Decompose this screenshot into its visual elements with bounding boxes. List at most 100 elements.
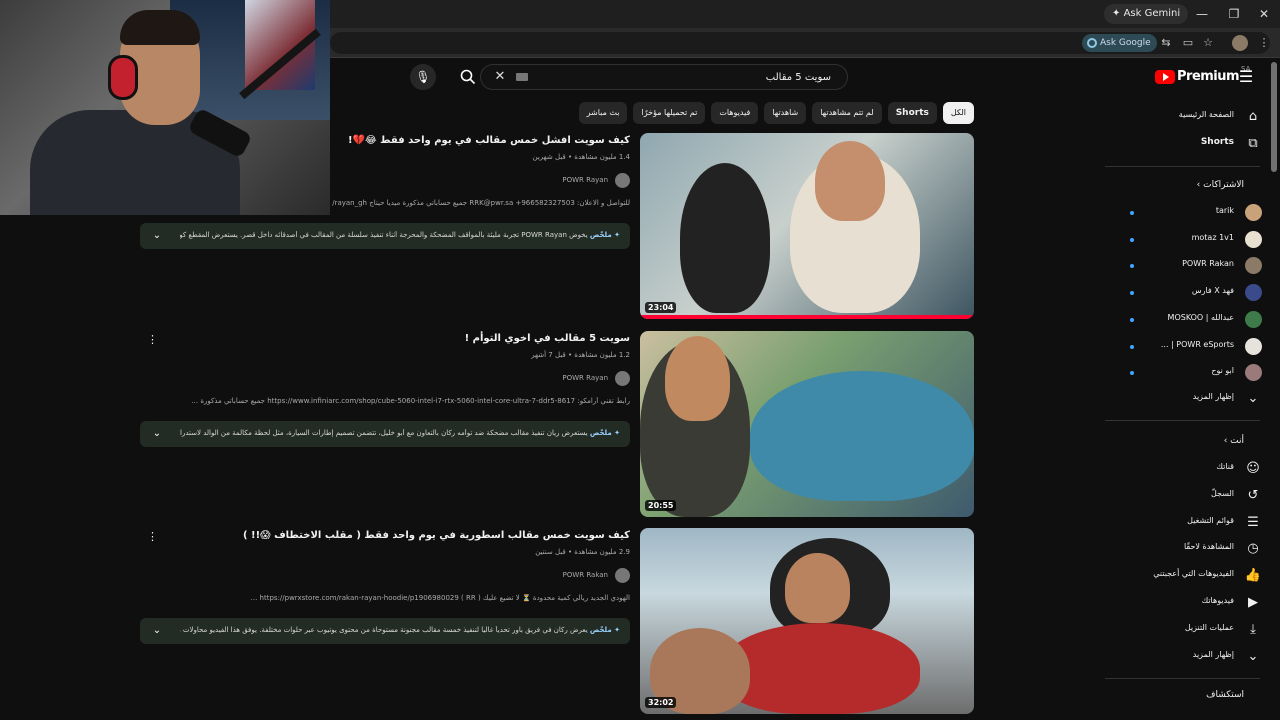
sidebar-item-you[interactable]: ⌄ إظهار المزيد — [1100, 646, 1262, 668]
sidebar-item-label: Shorts — [1200, 137, 1234, 147]
page-scrollbar[interactable] — [1271, 62, 1277, 172]
person-icon: ☺ — [1246, 461, 1260, 476]
chevron-down-icon[interactable]: ⌄ — [150, 427, 164, 441]
channel-avatar — [1245, 230, 1262, 248]
sidebar-subscription-item[interactable]: POWR Rakan — [1100, 255, 1262, 277]
new-content-dot — [1130, 291, 1134, 296]
thumbnail-figure — [750, 371, 974, 501]
sidebar-item-label: POWR eSports | ... — [1160, 339, 1234, 349]
thumbnail-figure — [665, 336, 730, 421]
channel-avatar — [1245, 337, 1262, 355]
translate-icon[interactable]: ⇆ — [1158, 35, 1174, 51]
headset — [108, 55, 138, 100]
ai-summary[interactable]: ✦ ملخّص يعرض ركان في فريق باور تحدياً غا… — [140, 618, 630, 644]
bookmark-star-icon[interactable]: ☆ — [1200, 35, 1216, 51]
sidebar-item-label: المشاهدة لاحقًا — [1183, 542, 1234, 552]
sidebar-subscription-item[interactable]: POWR eSports | ... — [1100, 336, 1262, 358]
sidebar-item-label: السجلّ — [1210, 488, 1234, 498]
ai-summary-text-wrap: ✦ ملخّص يخوض POWR Rayan تجربة مليئة بالم… — [180, 231, 620, 239]
chip-watched[interactable]: شاهدتها — [764, 102, 807, 124]
you-header[interactable]: أنت › — [1224, 436, 1244, 446]
sidebar-item-you[interactable]: ▶ فيديوهاتك — [1100, 592, 1262, 614]
chevron-down-icon[interactable]: ⌄ — [150, 624, 164, 638]
channel-name: POWR Rayan — [562, 374, 608, 382]
subscriptions-header-label: الاشتراكات — [1203, 180, 1244, 190]
sidebar-item-you[interactable]: ⤓ عمليات التنزيل — [1100, 619, 1262, 641]
sidebar-item-shorts[interactable]: ⧉ Shorts — [1100, 133, 1262, 155]
sidebar-subscription-item[interactable]: فهد X فارس — [1100, 282, 1262, 304]
profile-avatar[interactable] — [1232, 35, 1248, 51]
more-actions-icon[interactable]: ⋮ — [147, 530, 158, 544]
ai-summary-text-wrap: ✦ ملخّص يعرض ركان في فريق باور تحدياً غا… — [180, 626, 620, 634]
ai-summary-label: ✦ ملخّص — [589, 231, 620, 239]
logo-text: Premium — [1177, 69, 1240, 84]
voice-search-mic-icon[interactable]: 🎙 — [410, 64, 436, 90]
chevron-down-icon[interactable]: ⌄ — [150, 229, 164, 243]
video-result[interactable]: 32:02 كيف سويت خمس مقالب اسطورية في يوم … — [138, 528, 974, 714]
video-duration: 23:04 — [645, 302, 677, 313]
video-meta: 1.4 مليون مشاهدة • قبل شهرين — [532, 153, 630, 161]
sidebar-item-label: ابو نوح — [1211, 366, 1234, 376]
sidebar-item-you[interactable]: ☰ قوائم التشغيل — [1100, 512, 1262, 534]
new-content-dot — [1130, 344, 1134, 349]
chip-unwatched[interactable]: لم تتم مشاهدتها — [812, 102, 882, 124]
youtube-header: Premium SA ☰ ✕ 🎙 — [330, 58, 1280, 98]
chip-shorts[interactable]: Shorts — [887, 102, 937, 124]
browser-menu-icon[interactable]: ⋮ — [1256, 35, 1272, 51]
chip-live[interactable]: بث مباشر — [578, 102, 628, 124]
more-actions-icon[interactable]: ⋮ — [147, 333, 158, 347]
ai-summary-label: ✦ ملخّص — [589, 429, 620, 437]
video-thumbnail[interactable]: 23:04 — [640, 133, 974, 319]
ai-summary-label-text: ملخّص — [589, 429, 612, 437]
sidebar-item-you[interactable]: ◷ المشاهدة لاحقًا — [1100, 538, 1262, 560]
filter-chips: الكل Shorts لم تتم مشاهدتها شاهدتها فيدي… — [578, 102, 974, 124]
new-content-dot — [1130, 237, 1134, 242]
clear-search-icon[interactable]: ✕ — [491, 68, 509, 86]
video-info: كيف سويت خمس مقالب اسطورية في يوم واحد ف… — [138, 528, 630, 714]
sidebar-item-you[interactable]: ↺ السجلّ — [1100, 485, 1262, 507]
sidebar-subscription-item[interactable]: motaz 1v1 — [1100, 229, 1262, 251]
home-icon: ⌂ — [1248, 109, 1258, 124]
search-input[interactable] — [511, 67, 841, 87]
sidebar-subscription-item[interactable]: عبدالله | MOSKOO — [1100, 309, 1262, 331]
minimize-icon[interactable]: — — [1192, 4, 1212, 24]
restore-icon[interactable]: ❐ — [1224, 4, 1244, 24]
channel-avatar — [1245, 284, 1262, 302]
chip-recently-uploaded[interactable]: تم تحميلها مؤخرًا — [633, 102, 706, 124]
channel-avatar — [1245, 257, 1262, 275]
sidebar-item-you[interactable]: 👍 الفيديوهات التي أعجبتني — [1100, 565, 1262, 587]
sidebar-divider — [1105, 678, 1260, 679]
channel-avatar — [615, 568, 630, 583]
sidebar-show-more-subscriptions[interactable]: ⌄ إظهار المزيد — [1100, 388, 1262, 410]
search-icon[interactable] — [454, 64, 482, 90]
new-content-dot — [1130, 317, 1134, 322]
subscriptions-header[interactable]: الاشتراكات › — [1197, 180, 1244, 190]
video-result[interactable]: 20:55 سويت 5 مقالب في اخوي التوأم ! 1.2 … — [138, 331, 974, 517]
ask-gemini-button[interactable]: ✦ Ask Gemini — [1104, 4, 1189, 24]
cast-icon[interactable]: ▭ — [1180, 35, 1196, 51]
video-thumbnail[interactable]: 32:02 — [640, 528, 974, 714]
sidebar-subscription-item[interactable]: tarik — [1100, 202, 1262, 224]
ai-summary-label-text: ملخّص — [589, 626, 612, 634]
sidebar-item-you[interactable]: ☺ قناتك — [1100, 458, 1262, 480]
ask-google-button[interactable]: Ask Google — [1082, 34, 1157, 52]
sidebar-subscription-item[interactable]: ابو نوح — [1100, 362, 1262, 384]
webcam-overlay — [0, 0, 330, 215]
clock-icon: ◷ — [1247, 541, 1259, 557]
ai-summary[interactable]: ✦ ملخّص يستعرض ريان تنفيذ مقالب مضحكة ضد… — [140, 421, 630, 447]
sidebar-item-home[interactable]: ⌂ الصفحة الرئيسية — [1100, 106, 1262, 128]
keyboard-icon[interactable] — [516, 73, 528, 81]
search-box: ✕ — [480, 64, 848, 90]
video-thumbnail[interactable]: 20:55 — [640, 331, 974, 517]
hamburger-menu-icon[interactable]: ☰ — [1237, 68, 1255, 86]
sidebar-item-label: فهد X فارس — [1191, 286, 1234, 296]
close-window-icon[interactable]: ✕ — [1254, 4, 1274, 24]
ai-summary[interactable]: ✦ ملخّص يخوض POWR Rayan تجربة مليئة بالم… — [140, 223, 630, 249]
ai-summary-label-text: ملخّص — [589, 231, 612, 239]
sidebar-item-label: عبدالله | MOSKOO — [1167, 312, 1234, 322]
chip-all[interactable]: الكل — [942, 102, 974, 124]
chip-videos[interactable]: فيديوهات — [711, 102, 759, 124]
video-title[interactable]: سويت 5 مقالب في اخوي التوأم ! — [160, 333, 630, 344]
video-title[interactable]: كيف سويت خمس مقالب اسطورية في يوم واحد ف… — [160, 530, 630, 541]
chevron-down-icon: ⌄ — [1247, 391, 1259, 406]
